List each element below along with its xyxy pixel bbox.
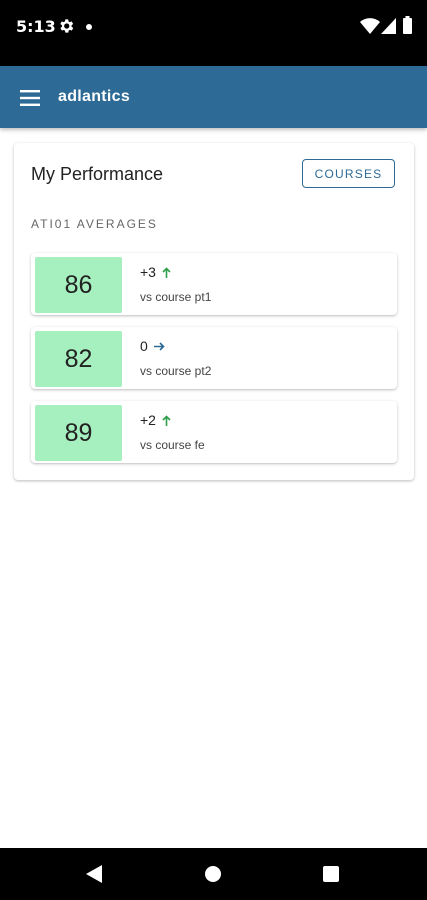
menu-button[interactable]: [14, 82, 46, 114]
score-value: 86: [35, 257, 122, 313]
card-title: My Performance: [31, 164, 164, 184]
compare-label: vs course pt2: [140, 364, 212, 378]
recents-icon[interactable]: [323, 866, 339, 882]
compare-label: vs course pt1: [140, 290, 212, 304]
delta-value: +2: [140, 412, 156, 428]
delta-value: 0: [140, 338, 148, 354]
delta-line: +3: [140, 264, 171, 280]
delta-line: 0: [140, 338, 165, 354]
back-icon[interactable]: [86, 865, 102, 883]
section-label: ATI01 AVERAGES: [31, 217, 158, 231]
score-value: 89: [35, 405, 122, 461]
wifi-icon: [360, 18, 380, 34]
metric-row[interactable]: 89 +2 vs course fe: [31, 401, 397, 463]
notification-dot-icon: [86, 24, 92, 30]
compare-label: vs course fe: [140, 438, 205, 452]
app-title: adlantics: [58, 88, 131, 105]
status-bar: 5:13: [0, 0, 427, 66]
menu-icon: [20, 90, 40, 106]
score-value: 82: [35, 331, 122, 387]
delta-value: +3: [140, 264, 156, 280]
arrow-up-icon: [162, 414, 171, 426]
arrow-right-icon: [153, 341, 165, 351]
courses-button[interactable]: COURSES: [302, 159, 395, 188]
metric-row[interactable]: 86 +3 vs course pt1: [31, 253, 397, 315]
navigation-bar: [0, 848, 427, 900]
performance-card: My Performance COURSES ATI01 AVERAGES 86…: [14, 143, 414, 480]
metric-row[interactable]: 82 0 vs course pt2: [31, 327, 397, 389]
arrow-up-icon: [162, 266, 171, 278]
app-bar: adlantics: [0, 66, 427, 128]
home-icon[interactable]: [205, 866, 221, 882]
signal-icon: [381, 18, 396, 34]
delta-line: +2: [140, 412, 171, 428]
battery-icon: [403, 16, 412, 34]
status-time: 5:13: [16, 17, 56, 36]
gear-icon: [60, 19, 74, 33]
